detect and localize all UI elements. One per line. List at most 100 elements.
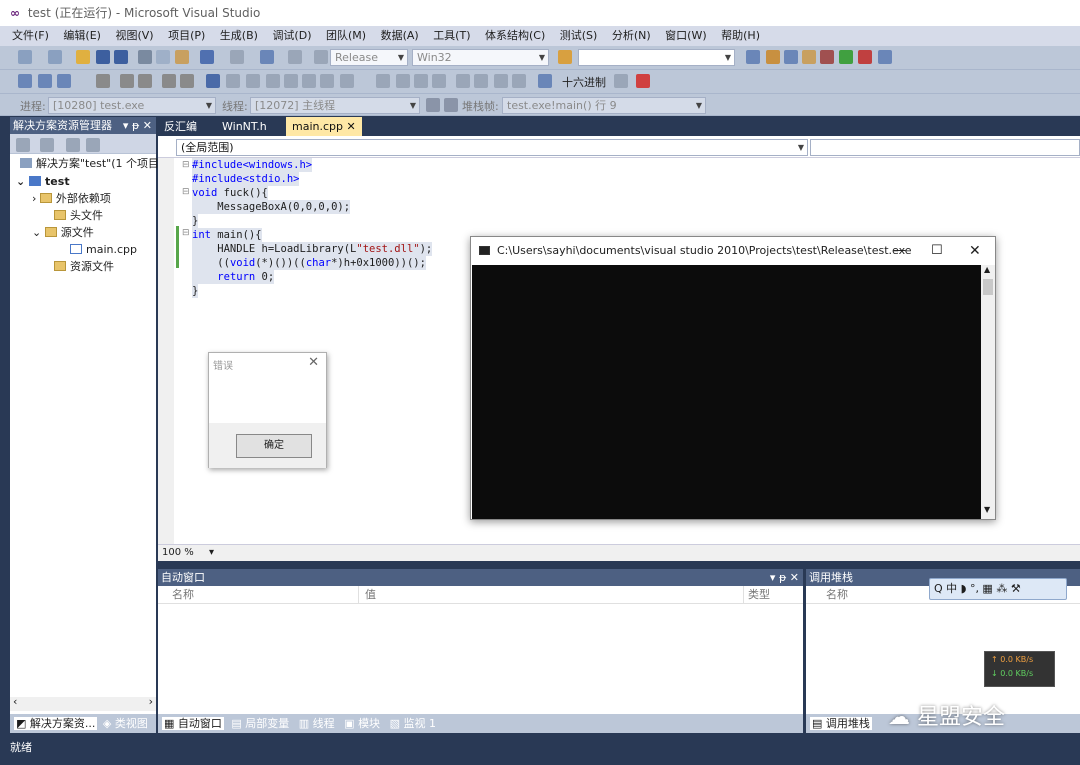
start-page-icon[interactable] (839, 50, 853, 64)
menu-build[interactable]: 生成(B) (220, 29, 258, 42)
menu-edit[interactable]: 编辑(E) (63, 29, 101, 42)
prev-bookmark-folder-icon[interactable] (266, 74, 280, 88)
column-name[interactable]: 名称 (158, 586, 358, 604)
paste-icon[interactable] (175, 50, 189, 64)
tab-modules[interactable]: ▣ 模块 (344, 717, 380, 730)
solution-explorer-icon[interactable] (746, 50, 760, 64)
tree-solution[interactable]: 解决方案"test"(1 个项目) (20, 155, 163, 172)
horizontal-scrollbar[interactable]: ‹ › (10, 695, 156, 711)
tab-autos[interactable]: ▦ 自动窗口 (162, 717, 224, 730)
extension-manager-icon[interactable] (820, 50, 834, 64)
tab-solution-explorer[interactable]: ◩ 解决方案资... (14, 717, 98, 730)
close-icon[interactable]: ✕ (347, 120, 356, 133)
ok-button[interactable]: 确定 (236, 434, 312, 458)
console-scrollbar[interactable]: ▲ ▼ (981, 265, 995, 519)
ime-toolbar[interactable]: Q 中 ◗ °, ▦ ⁂ ⚒ (929, 578, 1067, 600)
tab-locals[interactable]: ▤ 局部变量 (231, 717, 289, 730)
breakpoints-window-icon[interactable] (614, 74, 628, 88)
navigate-backward-icon[interactable] (260, 50, 274, 64)
tree-external-deps[interactable]: › 外部依赖项 (32, 190, 111, 207)
tab-threads[interactable]: ▥ 线程 (299, 717, 335, 730)
cut-icon[interactable] (138, 50, 152, 64)
menu-window[interactable]: 窗口(W) (665, 29, 706, 42)
show-all-files-icon[interactable] (40, 138, 54, 152)
decrease-indent-icon[interactable] (120, 74, 134, 88)
panel-controls[interactable]: ▾ ᵽ ✕ (123, 117, 152, 134)
hex-display-toggle[interactable]: 十六进制 (562, 74, 606, 90)
object-browser-icon[interactable] (784, 50, 798, 64)
stop-debugging-icon[interactable] (414, 74, 428, 88)
comment-icon[interactable] (162, 74, 176, 88)
properties-icon[interactable] (16, 138, 30, 152)
menu-team[interactable]: 团队(M) (326, 29, 366, 42)
find-in-files-icon[interactable] (558, 50, 572, 64)
menu-architecture[interactable]: 体系结构(C) (485, 29, 545, 42)
tree-main-cpp[interactable]: main.cpp (70, 241, 137, 258)
step-into-icon[interactable] (474, 74, 488, 88)
stack-frame-select[interactable]: test.exe!main() 行 9 ▼ (502, 97, 706, 114)
menu-project[interactable]: 项目(P) (168, 29, 205, 42)
step-over-icon[interactable] (494, 74, 508, 88)
tree-header-files[interactable]: 头文件 (54, 207, 103, 224)
open-icon[interactable] (76, 50, 90, 64)
parameter-info-icon[interactable] (38, 74, 52, 88)
save-all-icon[interactable] (114, 50, 128, 64)
filter-icon[interactable] (426, 98, 440, 112)
redo-icon[interactable] (230, 50, 244, 64)
tab-watch-1[interactable]: ▧ 监视 1 (390, 717, 436, 730)
close-icon[interactable]: ✕ (308, 355, 319, 370)
tab-disassembly[interactable]: 反汇编 (158, 117, 203, 136)
scroll-up-icon[interactable]: ▲ (984, 265, 990, 274)
menu-test[interactable]: 测试(S) (560, 29, 598, 42)
scroll-right-icon[interactable]: › (149, 695, 153, 708)
team-explorer-icon[interactable] (858, 50, 872, 64)
thread-select[interactable]: [12072] 主线程 ▼ (250, 97, 420, 114)
menu-help[interactable]: 帮助(H) (721, 29, 760, 42)
scroll-down-icon[interactable]: ▼ (984, 505, 990, 514)
menu-file[interactable]: 文件(F) (12, 29, 49, 42)
prev-bookmark-icon[interactable] (226, 74, 240, 88)
outdent-icon[interactable] (96, 74, 110, 88)
increase-indent-icon[interactable] (138, 74, 152, 88)
copy-icon[interactable] (156, 50, 170, 64)
view-class-diagram-icon[interactable] (86, 138, 100, 152)
chevron-down-icon[interactable]: ▾ (209, 547, 214, 558)
next-bookmark-folder-icon[interactable] (284, 74, 298, 88)
tab-winnt-h[interactable]: WinNT.h (216, 117, 273, 136)
tab-main-cpp[interactable]: main.cpp ✕ (286, 117, 362, 136)
navigate-forward-icon[interactable] (288, 50, 302, 64)
next-bookmark-icon[interactable] (246, 74, 260, 88)
quick-info-icon[interactable] (57, 74, 71, 88)
console-output[interactable] (472, 265, 981, 519)
break-all-icon[interactable] (396, 74, 410, 88)
show-next-statement-icon[interactable] (456, 74, 470, 88)
step-out-icon[interactable] (512, 74, 526, 88)
bookmark-window-icon[interactable] (320, 74, 334, 88)
menu-analyze[interactable]: 分析(N) (612, 29, 651, 42)
bookmark-icon[interactable] (206, 74, 220, 88)
exceptions-icon[interactable] (636, 74, 650, 88)
tree-source-files[interactable]: ⌄ 源文件 (32, 224, 94, 241)
tab-class-view[interactable]: ◈ 类视图 (103, 717, 148, 730)
flag-thread-icon[interactable] (444, 98, 458, 112)
scroll-thumb[interactable] (983, 279, 993, 295)
text-editor-icon[interactable] (18, 74, 32, 88)
tree-project[interactable]: ⌄ test (16, 173, 70, 190)
start-debugging-icon[interactable] (314, 50, 328, 64)
code-definition-icon[interactable] (340, 74, 354, 88)
column-value[interactable]: 值 (358, 586, 743, 604)
column-type[interactable]: 类型 (743, 586, 803, 604)
properties-icon[interactable] (766, 50, 780, 64)
panel-controls[interactable]: ▾ ᵽ ✕ (770, 569, 799, 586)
new-project-icon[interactable] (18, 50, 32, 64)
save-icon[interactable] (96, 50, 110, 64)
menu-tools[interactable]: 工具(T) (433, 29, 470, 42)
quick-watch-icon[interactable] (538, 74, 552, 88)
close-icon[interactable]: ✕ (969, 237, 981, 265)
collapse-icon[interactable]: ⊟ (182, 187, 190, 197)
undo-icon[interactable] (200, 50, 214, 64)
refresh-icon[interactable] (66, 138, 80, 152)
output-window-icon[interactable] (878, 50, 892, 64)
scope-select[interactable]: (全局范围) ▼ (176, 139, 808, 156)
maximize-icon[interactable]: ☐ (931, 237, 943, 265)
